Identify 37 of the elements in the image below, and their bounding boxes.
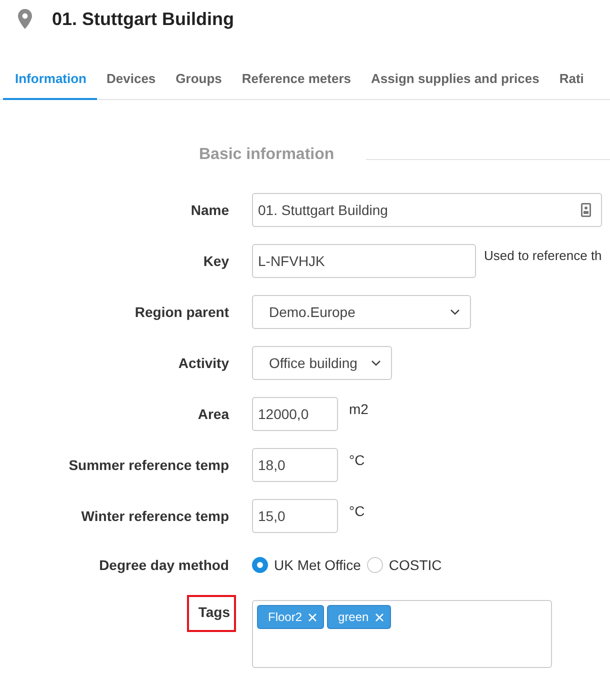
tab[interactable]: Reference meters (232, 59, 362, 100)
text-input[interactable]: 01. Stuttgart Building (252, 193, 602, 227)
chevron-down-icon (371, 360, 382, 366)
field-label: Summer reference temp (68, 457, 229, 473)
radio-label[interactable]: UK Met Office (274, 557, 361, 573)
tab[interactable]: Assign supplies and prices (361, 59, 550, 100)
page-title: 01. Stuttgart Building (52, 8, 234, 30)
help-text: Used to reference th (484, 248, 602, 263)
text-input[interactable]: L-NFVHJK (252, 244, 476, 278)
dropdown[interactable]: Office building (252, 346, 392, 380)
field-label: Name (190, 202, 229, 218)
unit-label: °C (349, 452, 365, 468)
field-label: Degree day method (99, 557, 229, 573)
unit-label: m2 (349, 401, 368, 417)
tab[interactable]: Groups (166, 59, 232, 100)
contact-card-icon (581, 203, 591, 217)
section-heading: Basic information (199, 146, 334, 164)
map-pin-icon (18, 9, 32, 29)
field-label: Winter reference temp (81, 508, 229, 524)
text-input[interactable]: 15,0 (252, 499, 338, 533)
chevron-down-icon (450, 309, 460, 315)
text-input[interactable]: 18,0 (252, 448, 338, 482)
close-icon[interactable] (308, 612, 318, 622)
tab[interactable]: Devices (96, 59, 166, 100)
text-input[interactable]: 12000,0 (252, 397, 338, 431)
unit-label: °C (349, 503, 365, 519)
field-label: Area (198, 406, 229, 422)
field-label: Region parent (134, 304, 229, 320)
field-label: Activity (178, 355, 229, 371)
radio-button[interactable] (252, 557, 268, 573)
tab[interactable]: Rati (549, 59, 594, 100)
close-icon[interactable] (374, 612, 384, 622)
radio-label[interactable]: COSTIC (388, 557, 442, 573)
dropdown[interactable]: Demo.Europe (252, 295, 471, 329)
radio-button[interactable] (366, 557, 383, 573)
field-label: Key (203, 253, 229, 269)
field-label: Tags (187, 595, 236, 632)
